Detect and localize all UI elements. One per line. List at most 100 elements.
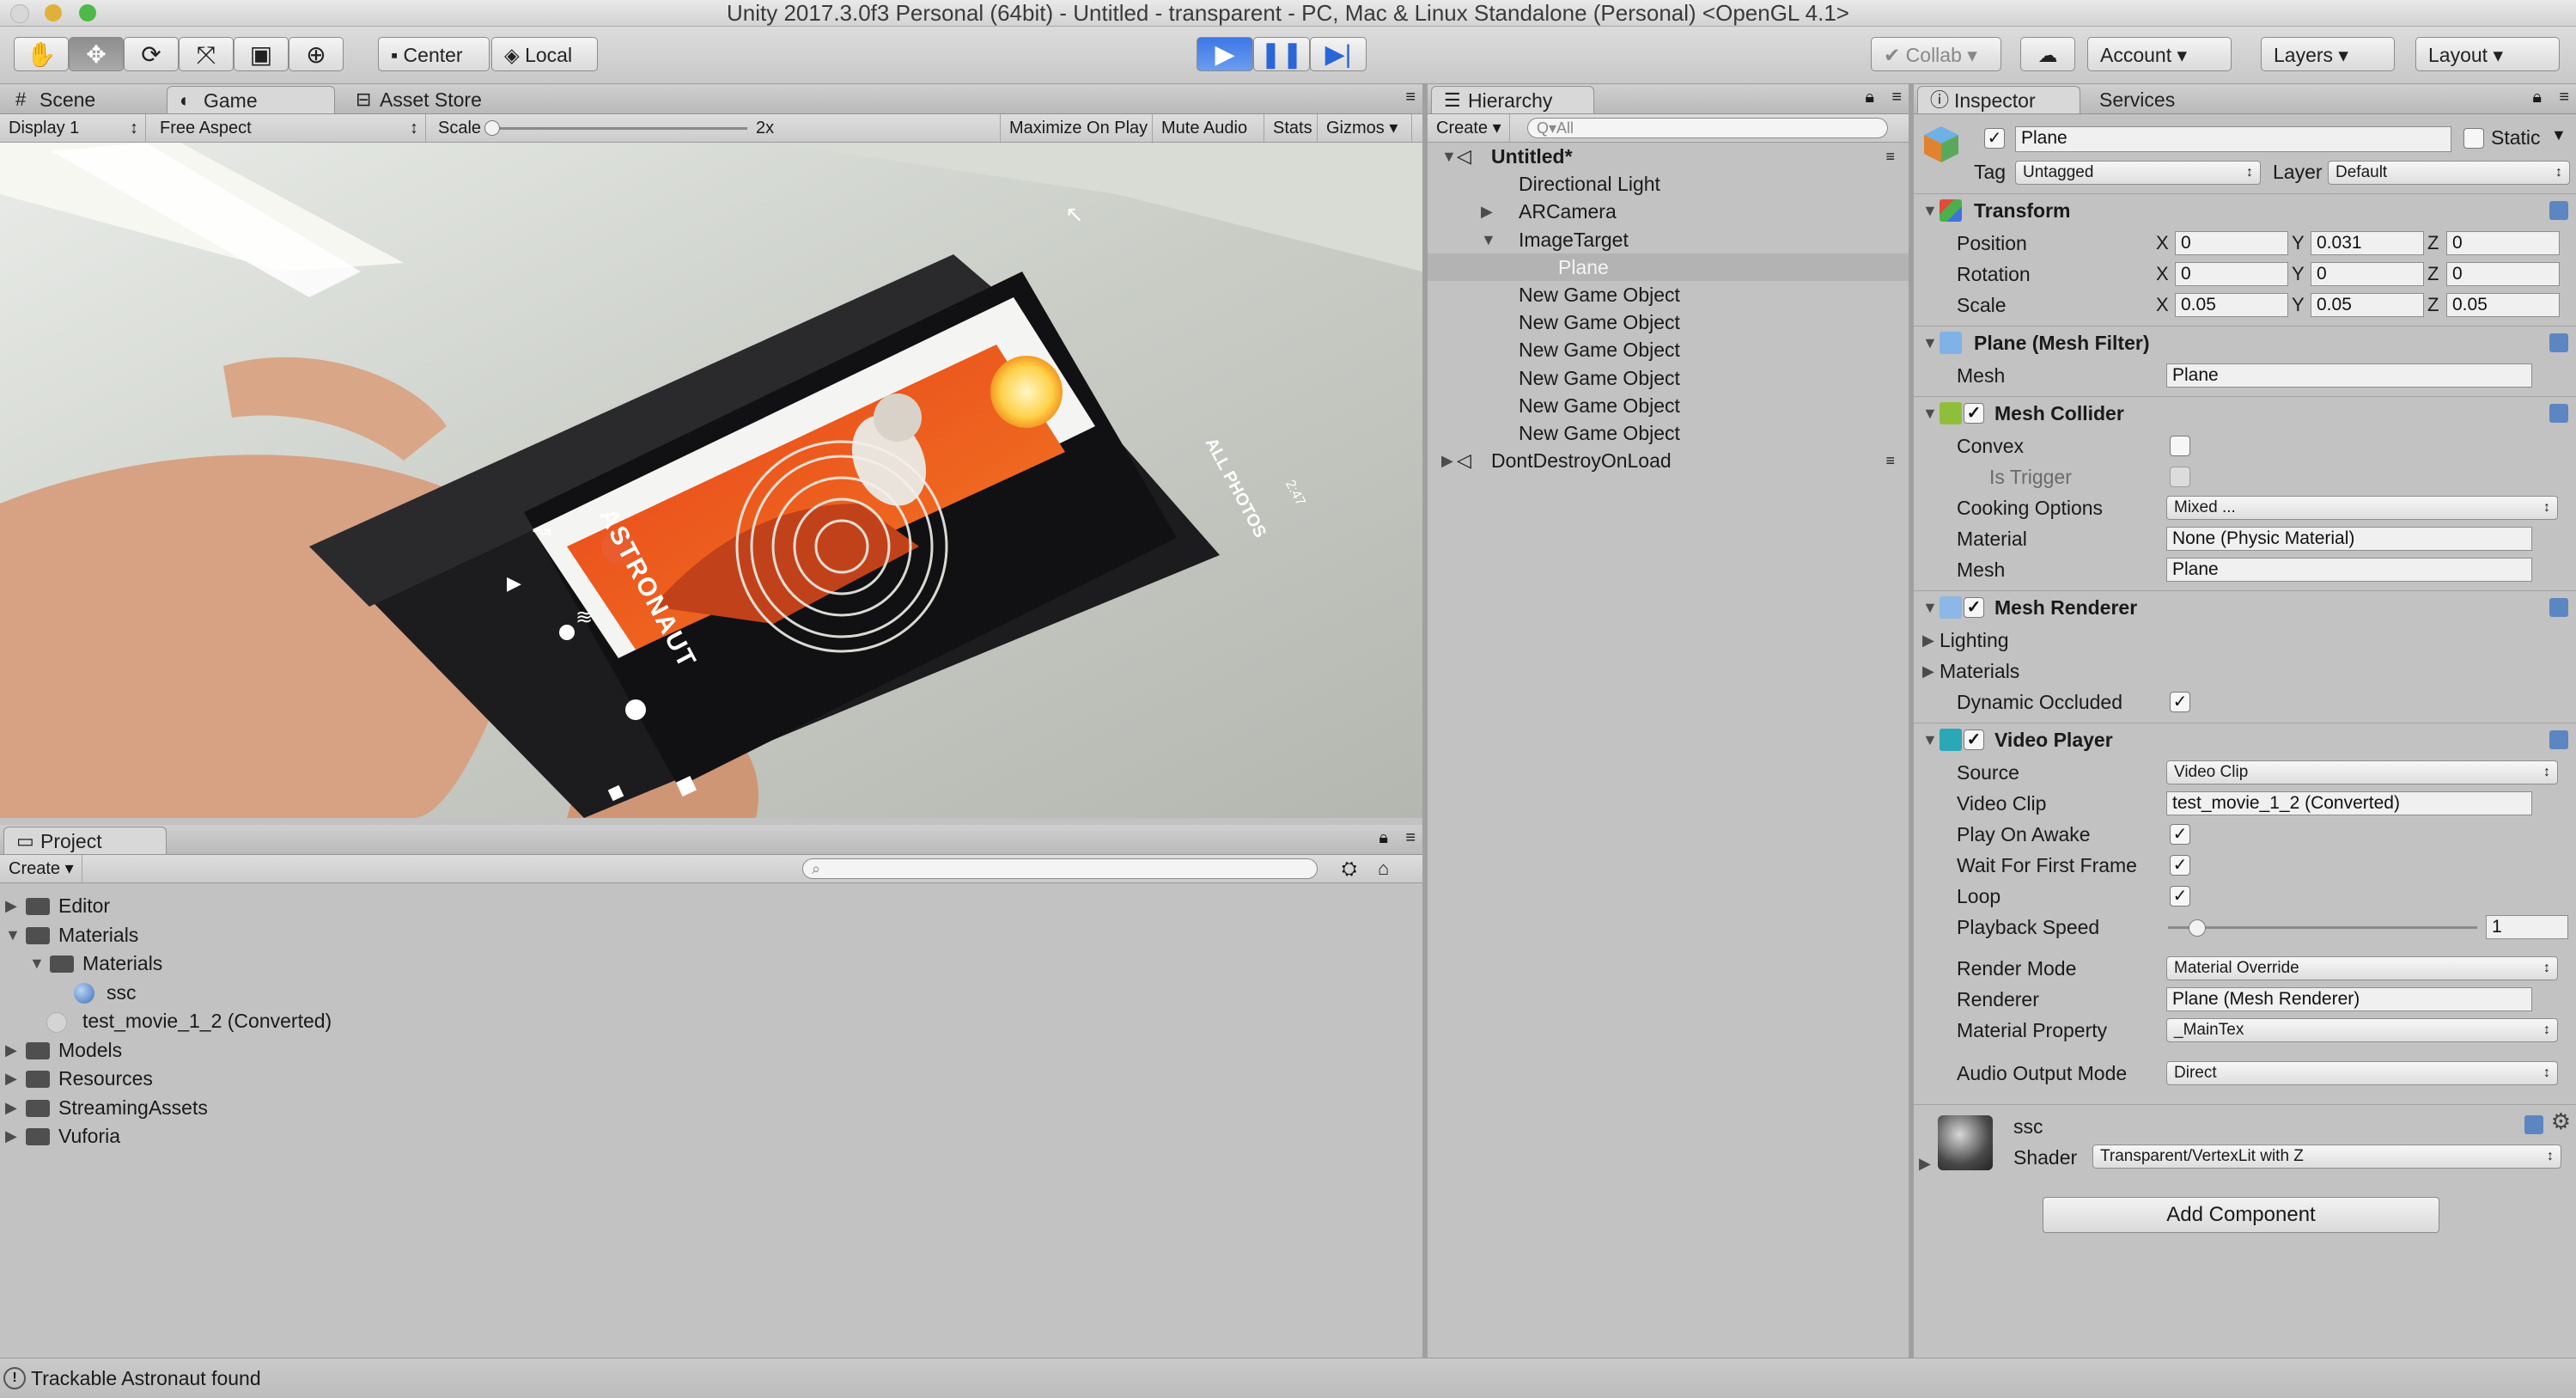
transform-z-input[interactable]: 0	[2446, 231, 2560, 255]
maximize-on-play-toggle[interactable]: Maximize On Play	[1000, 114, 1153, 142]
hierarchy-create-dropdown[interactable]: Create ▾	[1428, 114, 1510, 142]
material-property-dropdown[interactable]: _MainTex	[2166, 1018, 2558, 1042]
hierarchy-item[interactable]: ▼◁Untitled*≡	[1428, 143, 1909, 170]
minimize-window-button[interactable]	[45, 4, 62, 21]
physic-material-field[interactable]: None (Physic Material)	[2166, 527, 2532, 551]
expand-right-icon[interactable]: ▶	[1919, 1155, 1931, 1173]
cooking-options-dropdown[interactable]: Mixed ...	[2166, 496, 2558, 520]
scale-slider-handle[interactable]	[484, 120, 500, 136]
collab-dropdown[interactable]: ✔ Collab ▾	[1871, 37, 2001, 71]
project-create-dropdown[interactable]: Create ▾	[0, 855, 82, 882]
expand-right-icon[interactable]: ▶	[5, 1036, 17, 1064]
add-component-button[interactable]: Add Component	[2043, 1197, 2439, 1233]
hierarchy-item[interactable]: New Game Object	[1428, 392, 1909, 419]
component-enabled-checkbox[interactable]: ✓	[1964, 730, 1984, 750]
expand-right-icon[interactable]: ▶	[1922, 625, 1934, 656]
list-item[interactable]: ▶Editor	[0, 892, 1422, 919]
renderer-field[interactable]: Plane (Mesh Renderer)	[2166, 987, 2532, 1011]
active-checkbox[interactable]: ✓	[1984, 128, 2005, 149]
list-item[interactable]: ▶Resources	[0, 1065, 1422, 1092]
help-book-icon[interactable]	[2524, 1115, 2543, 1134]
transform-z-input[interactable]: 0.05	[2446, 293, 2560, 317]
materials-foldout[interactable]: Materials	[1940, 656, 2019, 687]
transform-y-input[interactable]: 0.05	[2311, 293, 2424, 317]
video-clip-field[interactable]: test_movie_1_2 (Converted)	[2166, 791, 2532, 815]
hierarchy-item[interactable]: Directional Light	[1428, 170, 1909, 198]
tab-services[interactable]: Services	[2080, 86, 2244, 113]
hierarchy-item[interactable]: New Game Object	[1428, 336, 1909, 363]
transform-component-header[interactable]: ▼Transform⚙	[1914, 193, 2576, 227]
panel-menu-icon[interactable]: ≡	[1405, 88, 1416, 107]
video-source-dropdown[interactable]: Video Clip	[2166, 760, 2558, 784]
scale-slider-track[interactable]	[490, 127, 747, 130]
tab-game[interactable]: ◐Game	[167, 86, 335, 113]
tab-hierarchy[interactable]: ☰Hierarchy	[1431, 86, 1594, 113]
collider-mesh-field[interactable]: Plane	[2166, 558, 2532, 582]
filter-by-label-icon[interactable]: ⌂	[1378, 855, 1389, 882]
scale-tool-button[interactable]: ⤧	[179, 37, 234, 71]
dynamic-occluded-checkbox[interactable]: ✓	[2170, 692, 2190, 712]
lighting-foldout[interactable]: Lighting	[1940, 625, 2009, 656]
hierarchy-item[interactable]: Plane	[1428, 253, 1909, 281]
help-book-icon[interactable]	[2549, 598, 2568, 617]
hierarchy-item[interactable]: New Game Object	[1428, 281, 1909, 308]
tab-scene[interactable]: #Scene	[3, 86, 158, 113]
component-enabled-checkbox[interactable]: ✓	[1964, 597, 1984, 618]
layer-dropdown[interactable]: Default	[2328, 161, 2570, 185]
list-item[interactable]: ssc	[0, 979, 1422, 1006]
tab-inspector[interactable]: ⓘInspector	[1917, 86, 2080, 113]
video-player-component-header[interactable]: ▼✓Video Player⚙	[1914, 723, 2576, 756]
close-window-button[interactable]	[10, 4, 29, 23]
display-dropdown[interactable]: Display 1↕	[0, 114, 146, 142]
expand-down-icon[interactable]: ▼	[1922, 397, 1938, 430]
stats-toggle[interactable]: Stats	[1264, 114, 1318, 142]
hierarchy-item[interactable]: ▼ImageTarget	[1428, 226, 1909, 253]
lock-icon[interactable]: 🔒︎	[1865, 88, 1874, 107]
list-item[interactable]: ▶StreamingAssets	[0, 1094, 1422, 1121]
hierarchy-item[interactable]: New Game Object	[1428, 419, 1909, 447]
wait-first-frame-checkbox[interactable]: ✓	[2170, 855, 2190, 876]
panel-menu-icon[interactable]: ≡	[2559, 88, 2569, 107]
layers-dropdown[interactable]: Layers ▾	[2261, 37, 2395, 71]
expand-down-icon[interactable]: ▼	[1922, 194, 1938, 227]
help-book-icon[interactable]	[2549, 201, 2568, 220]
panel-menu-icon[interactable]: ≡	[1891, 88, 1902, 107]
status-message[interactable]: Trackable Astronaut found	[31, 1358, 261, 1398]
expand-down-icon[interactable]: ▼	[1922, 327, 1938, 359]
rect-tool-button[interactable]: ▣	[234, 37, 289, 71]
object-name-input[interactable]: Plane	[2015, 126, 2451, 152]
expand-right-icon[interactable]: ▶	[5, 1094, 17, 1121]
expand-right-icon[interactable]: ▶	[5, 1065, 17, 1092]
playback-speed-input[interactable]: 1	[2486, 915, 2568, 939]
cloud-button[interactable]: ☁	[2020, 37, 2075, 71]
help-book-icon[interactable]	[2549, 404, 2568, 423]
hierarchy-item[interactable]: New Game Object	[1428, 364, 1909, 392]
playback-speed-slider-handle[interactable]	[2189, 919, 2206, 937]
gizmos-dropdown[interactable]: Gizmos ▾	[1318, 114, 1412, 142]
mesh-filter-component-header[interactable]: ▼Plane (Mesh Filter)⚙	[1914, 326, 2576, 359]
expand-right-icon[interactable]: ▶	[5, 892, 17, 919]
loop-checkbox[interactable]: ✓	[2170, 886, 2190, 907]
expand-right-icon[interactable]: ▶	[5, 1122, 17, 1150]
help-book-icon[interactable]	[2549, 333, 2568, 352]
expand-down-icon[interactable]: ▼	[1441, 143, 1457, 170]
tag-dropdown[interactable]: Untagged	[2015, 161, 2261, 185]
expand-right-icon[interactable]: ▶	[1481, 198, 1493, 225]
hierarchy-item[interactable]: ▶ARCamera	[1428, 198, 1909, 225]
render-mode-dropdown[interactable]: Material Override	[2166, 956, 2558, 980]
rotate-tool-button[interactable]: ⟳	[124, 37, 179, 71]
row-menu-icon[interactable]: ≡	[1885, 143, 1895, 170]
step-button[interactable]: ▶|	[1310, 37, 1367, 71]
aspect-dropdown[interactable]: Free Aspect↕	[151, 114, 426, 142]
list-item[interactable]: test_movie_1_2 (Converted)	[0, 1007, 1422, 1035]
transform-tool-button[interactable]: ⊕	[289, 37, 344, 71]
lock-icon[interactable]: 🔒︎	[2532, 88, 2542, 107]
static-dropdown-arrow[interactable]: ▼	[2551, 126, 2567, 144]
hand-tool-button[interactable]: ✋	[14, 37, 69, 71]
transform-x-input[interactable]: 0.05	[2175, 293, 2288, 317]
pivot-center-button[interactable]: ▪ Center	[378, 37, 490, 71]
row-menu-icon[interactable]: ≡	[1885, 447, 1895, 474]
list-item[interactable]: ▶Models	[0, 1036, 1422, 1064]
mesh-collider-component-header[interactable]: ▼✓Mesh Collider⚙	[1914, 396, 2576, 430]
transform-x-input[interactable]: 0	[2175, 231, 2288, 255]
